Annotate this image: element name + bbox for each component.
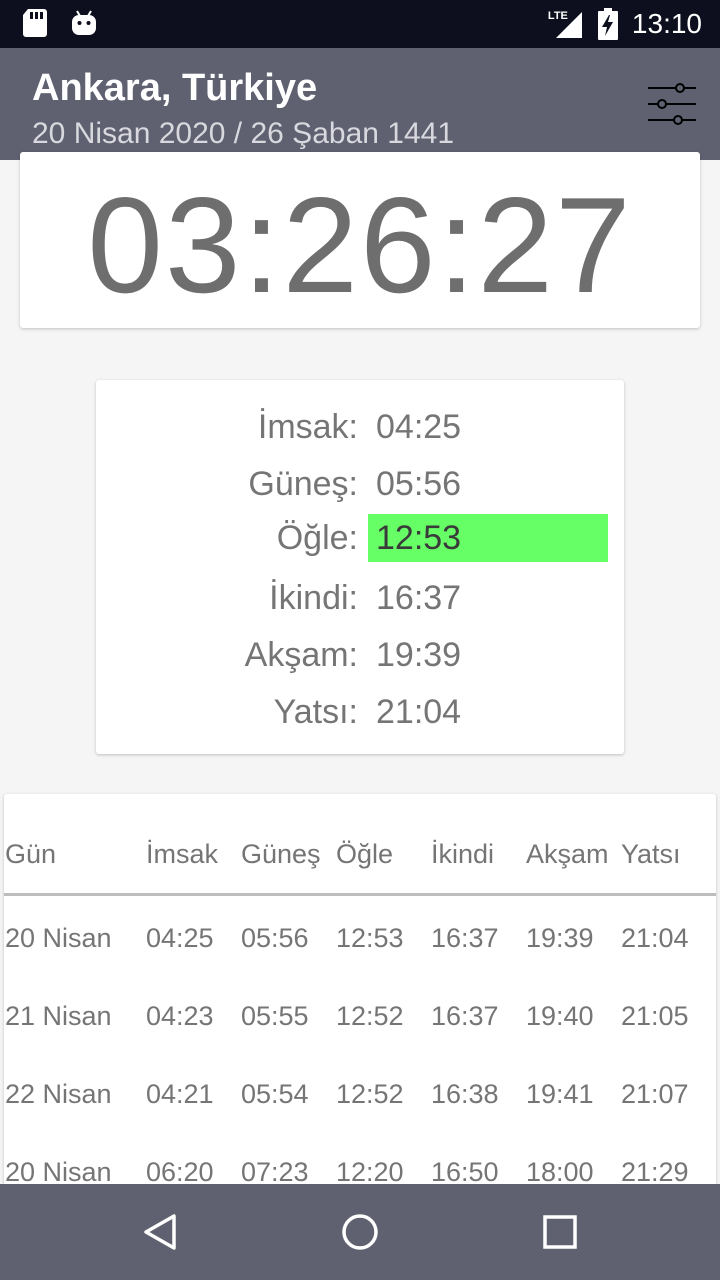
- column-header-yatsi: Yatsı: [621, 839, 681, 869]
- table-cell: 19:40: [526, 1001, 594, 1031]
- table-row: 21 Nisan 04:23 05:55 12:52 16:37 19:40 2…: [4, 992, 716, 1040]
- prayer-row-ikindi: İkindi: 16:37: [96, 574, 624, 622]
- status-bar: LTE 13:10: [0, 0, 720, 48]
- prayer-time: 05:56: [376, 465, 462, 503]
- countdown-card: 03:26:27: [20, 152, 700, 328]
- prayer-row-imsak: İmsak: 04:25: [96, 403, 624, 451]
- prayer-time: 21:04: [376, 693, 462, 731]
- app-bar: Ankara, Türkiye 20 Nisan 2020 / 26 Şaban…: [0, 48, 720, 160]
- table-cell: 16:38: [431, 1079, 499, 1109]
- table-cell: 04:23: [146, 1001, 214, 1031]
- table-header: Gün İmsak Güneş Öğle İkindi Akşam Yatsı: [4, 830, 716, 878]
- table-cell: 19:41: [526, 1079, 594, 1109]
- sliders-icon: [640, 83, 704, 138]
- network-type: LTE: [547, 10, 568, 22]
- date-subtitle: 20 Nisan 2020 / 26 Şaban 1441: [32, 117, 455, 150]
- table-cell: 21:04: [621, 923, 689, 953]
- table-cell: 12:53: [336, 923, 404, 953]
- table-cell: 19:39: [526, 923, 594, 953]
- prayer-time: 19:39: [376, 636, 462, 674]
- prayer-time: 16:37: [376, 579, 462, 617]
- navigation-bar: [0, 1184, 720, 1280]
- table-cell: 21:05: [621, 1001, 689, 1031]
- column-header-imsak: İmsak: [146, 839, 219, 869]
- table-cell: 04:25: [146, 923, 214, 953]
- table-cell: 20 Nisan: [5, 923, 112, 953]
- recents-icon: [536, 1215, 584, 1260]
- home-button[interactable]: [336, 1208, 384, 1256]
- prayer-label: Yatsı:: [273, 693, 358, 731]
- column-header-ogle: Öğle: [336, 839, 394, 869]
- prayer-row-ogle: Öğle: 12:53: [96, 514, 624, 562]
- table-cell: 04:21: [146, 1079, 214, 1109]
- table-cell: 16:37: [431, 1001, 499, 1031]
- weekly-times-table[interactable]: Gün İmsak Güneş Öğle İkindi Akşam Yatsı …: [4, 794, 716, 1194]
- prayer-row-gunes: Güneş: 05:56: [96, 460, 624, 508]
- current-prayer-time-highlight: 12:53: [368, 514, 608, 562]
- prayer-row-yatsi: Yatsı: 21:04: [96, 688, 624, 736]
- countdown-timer: 03:26:27: [87, 169, 633, 321]
- table-row: 22 Nisan 04:21 05:54 12:52 16:38 19:41 2…: [4, 1070, 716, 1118]
- prayer-label: Güneş:: [248, 465, 358, 503]
- status-time: 13:10: [631, 8, 702, 39]
- column-header-gunes: Güneş: [241, 839, 321, 869]
- column-header-ikindi: İkindi: [431, 839, 495, 869]
- prayer-label: İkindi:: [269, 579, 358, 617]
- table-cell: 05:54: [241, 1079, 309, 1109]
- lte-signal-icon: LTE: [548, 8, 584, 40]
- header-divider: [4, 893, 716, 896]
- recents-button[interactable]: [536, 1208, 584, 1256]
- table-cell: 21:07: [621, 1079, 689, 1109]
- table-cell: 21 Nisan: [5, 1001, 112, 1031]
- today-prayer-times: İmsak: 04:25 Güneş: 05:56 Öğle: 12:53 İk…: [96, 380, 624, 754]
- prayer-time: 04:25: [376, 408, 462, 446]
- table-cell: 05:55: [241, 1001, 309, 1031]
- table-cell: 16:37: [431, 923, 499, 953]
- prayer-row-aksam: Akşam: 19:39: [96, 631, 624, 679]
- table-row: 20 Nisan 04:25 05:56 12:53 16:37 19:39 2…: [4, 914, 716, 962]
- prayer-label: Akşam:: [244, 636, 358, 674]
- column-header-day: Gün: [5, 839, 57, 869]
- back-button[interactable]: [136, 1208, 184, 1256]
- prayer-label: İmsak:: [257, 408, 358, 446]
- table-cell: 12:52: [336, 1079, 404, 1109]
- table-cell: 05:56: [241, 923, 309, 953]
- home-icon: [336, 1214, 384, 1260]
- table-cell: 12:52: [336, 1001, 404, 1031]
- battery-charging-icon: [597, 8, 618, 40]
- back-icon: [136, 1214, 184, 1260]
- sd-card-icon: [22, 9, 48, 37]
- table-cell: 22 Nisan: [5, 1079, 112, 1109]
- prayer-label: Öğle:: [276, 519, 358, 557]
- settings-button[interactable]: [640, 78, 704, 134]
- column-header-aksam: Akşam: [526, 839, 609, 869]
- location-title: Ankara, Türkiye: [32, 67, 318, 109]
- android-icon: [70, 9, 98, 37]
